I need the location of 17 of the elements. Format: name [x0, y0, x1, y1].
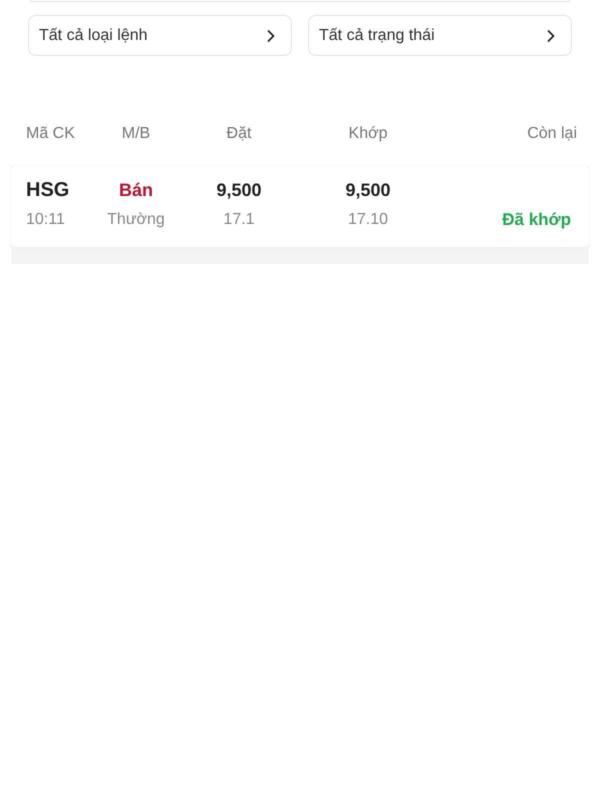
order-time: 10:11: [26, 211, 65, 229]
order-type: Thường: [107, 211, 165, 229]
order-side: Bán: [118, 180, 153, 200]
filter-dropdown[interactable]: Tất cả loại lệnh: [28, 15, 292, 56]
order-status: Đã khớp: [502, 210, 571, 230]
matched-price: 9,500: [345, 180, 391, 200]
column-header: Mã CK: [26, 125, 75, 143]
column-header: Còn lại: [527, 125, 577, 143]
matched-volume: 17.10: [348, 211, 388, 229]
column-header: Khớp: [348, 125, 388, 143]
order-price: 9,500: [216, 180, 262, 200]
column-header: Đặt: [226, 125, 252, 143]
stock-symbol: HSG: [26, 178, 70, 202]
column-header: M/B: [122, 125, 150, 143]
order-card[interactable]: HSG Bán 9,500 9,500 10:11 Thường 17.1 17.10 Đã khớp: [11, 166, 589, 247]
order-volume: 17.1: [223, 211, 255, 229]
filter-dropdown[interactable]: Tất cả trạng thái: [308, 15, 572, 56]
